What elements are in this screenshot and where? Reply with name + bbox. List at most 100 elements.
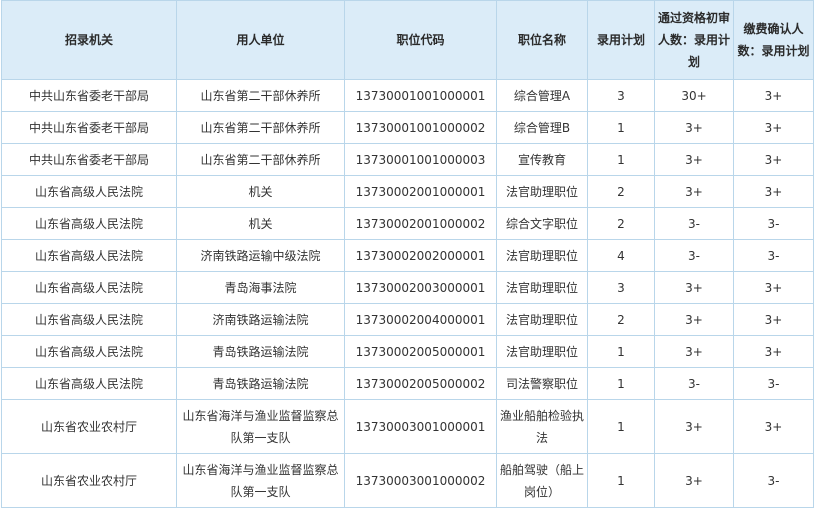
cell-agency: 中共山东省委老干部局 bbox=[1, 79, 177, 112]
cell-position-name: 法官助理职位 bbox=[496, 335, 588, 368]
cell-position-code: 13730002002000001 bbox=[344, 239, 497, 272]
cell-employer: 山东省第二干部休养所 bbox=[176, 111, 345, 144]
cell-position-name: 综合文字职位 bbox=[496, 207, 588, 240]
cell-hiring-plan: 1 bbox=[587, 143, 655, 176]
cell-employer: 青岛铁路运输法院 bbox=[176, 367, 345, 400]
cell-position-code: 13730002005000001 bbox=[344, 335, 497, 368]
cell-hiring-plan: 1 bbox=[587, 399, 655, 454]
cell-position-code: 13730003001000001 bbox=[344, 399, 497, 454]
cell-agency: 山东省农业农村厅 bbox=[1, 453, 177, 508]
cell-agency: 中共山东省委老干部局 bbox=[1, 111, 177, 144]
cell-position-code: 13730001001000003 bbox=[344, 143, 497, 176]
cell-hiring-plan: 1 bbox=[587, 335, 655, 368]
cell-qualified-ratio: 3+ bbox=[654, 399, 734, 454]
cell-hiring-plan: 1 bbox=[587, 111, 655, 144]
cell-position-name: 法官助理职位 bbox=[496, 271, 588, 304]
cell-agency: 山东省农业农村厅 bbox=[1, 399, 177, 454]
cell-qualified-ratio: 3+ bbox=[654, 175, 734, 208]
cell-paid-ratio: 3- bbox=[733, 207, 814, 240]
cell-position-name: 法官助理职位 bbox=[496, 239, 588, 272]
table-row: 中共山东省委老干部局 山东省第二干部休养所 13730001001000003 … bbox=[1, 143, 814, 176]
cell-position-name: 司法警察职位 bbox=[496, 367, 588, 400]
cell-agency: 山东省高级人民法院 bbox=[1, 303, 177, 336]
cell-position-name: 宣传教育 bbox=[496, 143, 588, 176]
table-row: 山东省高级人民法院 机关 13730002001000002 综合文字职位 2 … bbox=[1, 207, 814, 240]
cell-hiring-plan: 3 bbox=[587, 79, 655, 112]
cell-employer: 济南铁路运输中级法院 bbox=[176, 239, 345, 272]
cell-paid-ratio: 3+ bbox=[733, 399, 814, 454]
cell-qualified-ratio: 3- bbox=[654, 367, 734, 400]
cell-agency: 山东省高级人民法院 bbox=[1, 207, 177, 240]
cell-position-name: 综合管理A bbox=[496, 79, 588, 112]
cell-hiring-plan: 2 bbox=[587, 175, 655, 208]
cell-paid-ratio: 3+ bbox=[733, 143, 814, 176]
cell-position-code: 13730001001000001 bbox=[344, 79, 497, 112]
table-row: 中共山东省委老干部局 山东省第二干部休养所 13730001001000001 … bbox=[1, 79, 814, 112]
table-row: 山东省高级人民法院 青岛海事法院 13730002003000001 法官助理职… bbox=[1, 271, 814, 304]
cell-paid-ratio: 3+ bbox=[733, 175, 814, 208]
table-row: 山东省高级人民法院 青岛铁路运输法院 13730002005000002 司法警… bbox=[1, 367, 814, 400]
cell-paid-ratio: 3+ bbox=[733, 111, 814, 144]
table-row: 山东省农业农村厅 山东省海洋与渔业监督监察总队第一支队 137300030010… bbox=[1, 399, 814, 454]
cell-paid-ratio: 3- bbox=[733, 453, 814, 508]
cell-paid-ratio: 3- bbox=[733, 239, 814, 272]
cell-hiring-plan: 4 bbox=[587, 239, 655, 272]
cell-qualified-ratio: 3+ bbox=[654, 143, 734, 176]
cell-paid-ratio: 3+ bbox=[733, 303, 814, 336]
cell-employer: 机关 bbox=[176, 207, 345, 240]
cell-qualified-ratio: 3- bbox=[654, 239, 734, 272]
cell-position-code: 13730001001000002 bbox=[344, 111, 497, 144]
cell-paid-ratio: 3- bbox=[733, 367, 814, 400]
cell-paid-ratio: 3+ bbox=[733, 335, 814, 368]
cell-agency: 山东省高级人民法院 bbox=[1, 239, 177, 272]
table-row: 山东省高级人民法院 机关 13730002001000001 法官助理职位 2 … bbox=[1, 175, 814, 208]
cell-position-code: 13730002004000001 bbox=[344, 303, 497, 336]
cell-employer: 山东省海洋与渔业监督监察总队第一支队 bbox=[176, 453, 345, 508]
table-row: 山东省高级人民法院 青岛铁路运输法院 13730002005000001 法官助… bbox=[1, 335, 814, 368]
cell-employer: 机关 bbox=[176, 175, 345, 208]
cell-qualified-ratio: 3+ bbox=[654, 453, 734, 508]
cell-position-name: 综合管理B bbox=[496, 111, 588, 144]
table-row: 山东省高级人民法院 济南铁路运输中级法院 13730002002000001 法… bbox=[1, 239, 814, 272]
cell-agency: 山东省高级人民法院 bbox=[1, 367, 177, 400]
cell-employer: 济南铁路运输法院 bbox=[176, 303, 345, 336]
header-row: 招录机关 用人单位 职位代码 职位名称 录用计划 通过资格初审人数：录用计划 缴… bbox=[1, 0, 814, 80]
cell-position-name: 渔业船舶检验执法 bbox=[496, 399, 588, 454]
cell-hiring-plan: 2 bbox=[587, 303, 655, 336]
cell-employer: 山东省第二干部休养所 bbox=[176, 79, 345, 112]
col-header-hiring-plan: 录用计划 bbox=[587, 0, 655, 80]
cell-agency: 山东省高级人民法院 bbox=[1, 271, 177, 304]
cell-qualified-ratio: 3- bbox=[654, 207, 734, 240]
col-header-employer: 用人单位 bbox=[176, 0, 345, 80]
cell-position-code: 13730002001000001 bbox=[344, 175, 497, 208]
col-header-position-name: 职位名称 bbox=[496, 0, 588, 80]
cell-employer: 青岛铁路运输法院 bbox=[176, 335, 345, 368]
col-header-position-code: 职位代码 bbox=[344, 0, 497, 80]
col-header-qualified-ratio: 通过资格初审人数：录用计划 bbox=[654, 0, 734, 80]
cell-position-code: 13730002001000002 bbox=[344, 207, 497, 240]
cell-qualified-ratio: 3+ bbox=[654, 111, 734, 144]
cell-hiring-plan: 2 bbox=[587, 207, 655, 240]
col-header-paid-ratio: 缴费确认人数：录用计划 bbox=[733, 0, 814, 80]
cell-employer: 山东省第二干部休养所 bbox=[176, 143, 345, 176]
cell-position-code: 13730003001000002 bbox=[344, 453, 497, 508]
cell-paid-ratio: 3+ bbox=[733, 79, 814, 112]
cell-position-name: 船舶驾驶（船上岗位） bbox=[496, 453, 588, 508]
table-row: 山东省高级人民法院 济南铁路运输法院 13730002004000001 法官助… bbox=[1, 303, 814, 336]
table-row: 山东省农业农村厅 山东省海洋与渔业监督监察总队第一支队 137300030010… bbox=[1, 453, 814, 508]
cell-agency: 山东省高级人民法院 bbox=[1, 335, 177, 368]
cell-position-code: 13730002003000001 bbox=[344, 271, 497, 304]
cell-position-name: 法官助理职位 bbox=[496, 303, 588, 336]
cell-employer: 青岛海事法院 bbox=[176, 271, 345, 304]
cell-paid-ratio: 3+ bbox=[733, 271, 814, 304]
cell-employer: 山东省海洋与渔业监督监察总队第一支队 bbox=[176, 399, 345, 454]
cell-hiring-plan: 1 bbox=[587, 453, 655, 508]
cell-qualified-ratio: 3+ bbox=[654, 271, 734, 304]
cell-agency: 山东省高级人民法院 bbox=[1, 175, 177, 208]
cell-qualified-ratio: 3+ bbox=[654, 303, 734, 336]
col-header-agency: 招录机关 bbox=[1, 0, 177, 80]
cell-position-name: 法官助理职位 bbox=[496, 175, 588, 208]
table-row: 中共山东省委老干部局 山东省第二干部休养所 13730001001000002 … bbox=[1, 111, 814, 144]
cell-position-code: 13730002005000002 bbox=[344, 367, 497, 400]
cell-agency: 中共山东省委老干部局 bbox=[1, 143, 177, 176]
